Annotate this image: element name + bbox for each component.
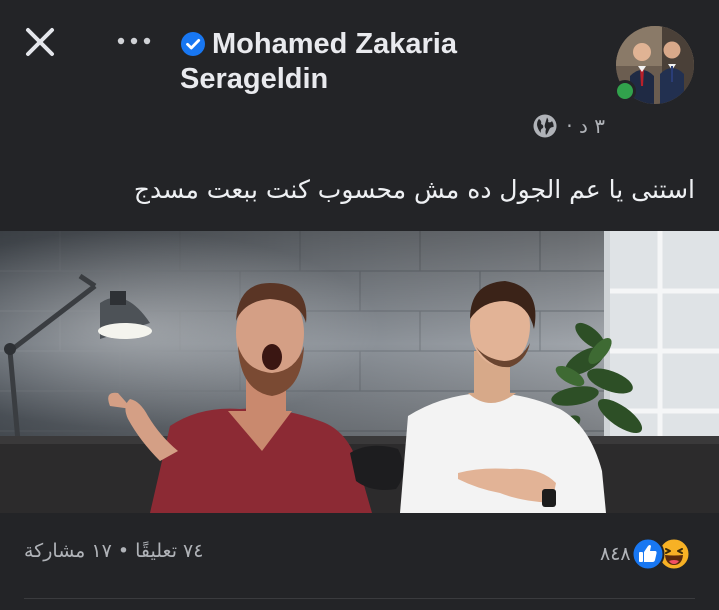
close-icon — [26, 28, 54, 56]
post-image — [0, 231, 719, 513]
engagement-summary: ٧٤ تعليقًا • ١٧ مشاركة — [24, 540, 203, 562]
more-horizontal-icon — [117, 37, 151, 45]
comments-count[interactable]: ٧٤ تعليقًا — [135, 540, 203, 562]
engagement-separator: • — [117, 540, 130, 562]
verified-badge-icon — [181, 32, 205, 56]
more-options-button[interactable] — [113, 26, 155, 56]
author-name[interactable]: Mohamed Zakaria — [212, 26, 457, 62]
globe-icon — [533, 114, 557, 138]
reaction-count: ٨٤٨ — [600, 543, 631, 565]
reactions-summary[interactable]: ٨٤٨ — [592, 537, 691, 571]
post-meta: ٣ د · — [532, 113, 605, 139]
shares-count[interactable]: ١٧ مشاركة — [24, 540, 112, 562]
author-name-line-2[interactable]: Serageldin — [180, 62, 600, 96]
post-photo[interactable] — [0, 231, 719, 513]
post-text: استنى يا عم الجول ده مش محسوب كنت ببعت م… — [133, 175, 695, 204]
online-status-indicator — [614, 80, 636, 102]
like-icon — [631, 537, 665, 571]
divider — [24, 598, 695, 599]
post-timestamp[interactable]: ٣ د · — [566, 114, 605, 138]
post-author[interactable]: Mohamed Zakaria Serageldin — [180, 26, 600, 96]
close-button[interactable] — [20, 22, 60, 62]
